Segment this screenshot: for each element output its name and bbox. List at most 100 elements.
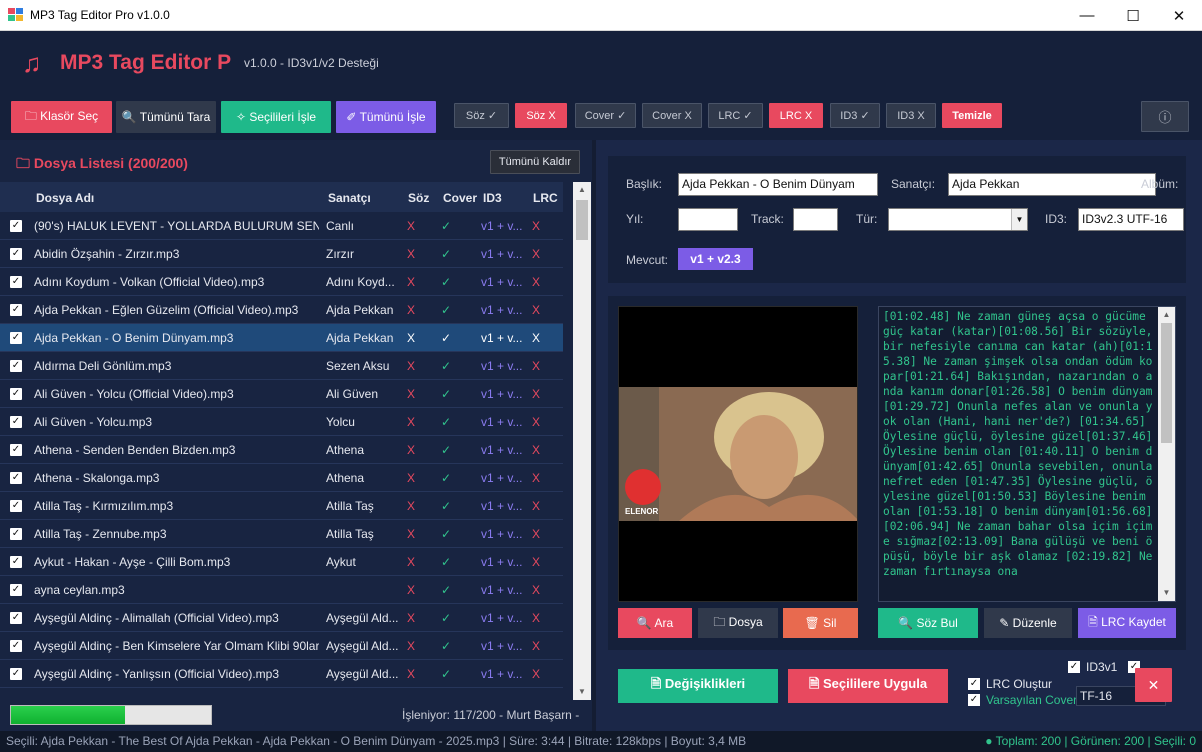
lrc-create-checkbox[interactable]: ✓ — [968, 678, 980, 690]
row-checkbox[interactable]: ✓ — [10, 612, 22, 624]
id3v1-checkbox[interactable]: ✓ — [1068, 661, 1080, 673]
scan-all-button[interactable]: 🔍 Tümünü Tara — [116, 101, 216, 133]
cover-file-button[interactable]: 🗀 Dosya — [698, 608, 778, 638]
apply-selected-button[interactable]: 🗎 Seçililere Uygula — [788, 669, 948, 703]
process-selected-button[interactable]: ✧ Seçilileri İşle — [221, 101, 331, 133]
cell-lrc: X — [532, 303, 541, 317]
selected-file-info: Seçili: Ajda Pekkan - The Best Of Ajda P… — [6, 734, 747, 748]
cell-id3: v1 + v... — [481, 387, 523, 401]
minimize-button[interactable]: — — [1064, 0, 1110, 31]
row-checkbox[interactable]: ✓ — [10, 444, 22, 456]
genre-select[interactable]: ▼ — [888, 208, 1028, 231]
close-window-button[interactable]: ✕ — [1156, 0, 1202, 31]
table-row[interactable]: ✓ (90's) HALUK LEVENT - YOLLARDA BULURUM … — [0, 212, 563, 240]
table-row[interactable]: ✓ Ayşegül Aldinç - Alimallah (Official Vi… — [0, 604, 563, 632]
table-header: Dosya Adı Sanatçı Söz Cover ID3 LRC — [0, 182, 563, 212]
table-row[interactable]: ✓ Atilla Taş - Kırmızılım.mp3 Atilla Taş X ✓… — [0, 492, 563, 520]
table-row[interactable]: ✓ Atilla Taş - Zennube.mp3 Atilla Taş X ✓ v1 … — [0, 520, 563, 548]
table-row[interactable]: ✓ Athena - Senden Benden Bizden.mp3 Athena… — [0, 436, 563, 464]
table-row[interactable]: ✓ Ayşegül Aldinç - Ben Kimselere Yar Olma… — [0, 632, 563, 660]
filter-id3-yes[interactable]: ID3 ✓ — [830, 103, 880, 128]
table-row[interactable]: ✓ Ayşegül Aldinç - Yanlışsın (Official Vi… — [0, 660, 563, 688]
lyrics-scrollbar[interactable]: ▲ ▼ — [1158, 307, 1175, 601]
close-panel-button[interactable]: ✕ — [1135, 668, 1172, 702]
table-row[interactable]: ✓ Ajda Pekkan - O Benim Dünyam.mp3 Ajda Pe… — [0, 324, 563, 352]
row-checkbox[interactable]: ✓ — [10, 640, 22, 652]
find-lyrics-button[interactable]: 🔍 Söz Bul — [878, 608, 978, 638]
filter-lrc-no[interactable]: LRC X — [769, 103, 823, 128]
track-input[interactable] — [793, 208, 838, 231]
edit-lyrics-button[interactable]: ✎ Düzenle — [984, 608, 1072, 638]
maximize-button[interactable]: ☐ — [1110, 0, 1156, 31]
clear-filters-button[interactable]: Temizle — [942, 103, 1002, 128]
delete-cover-button[interactable]: 🗑 Sil — [783, 608, 858, 638]
filter-cover-no[interactable]: Cover X — [642, 103, 702, 128]
year-input[interactable] — [678, 208, 738, 231]
table-row[interactable]: ✓ Aykut - Hakan - Ayşe - Çilli Bom.mp3 Ayk… — [0, 548, 563, 576]
row-checkbox[interactable]: ✓ — [10, 668, 22, 680]
filter-lyrics-yes[interactable]: Söz ✓ — [454, 103, 509, 128]
artist-input[interactable]: Ajda Pekkan — [948, 173, 1156, 196]
scroll-down-icon[interactable]: ▼ — [573, 684, 591, 700]
row-checkbox[interactable]: ✓ — [10, 584, 22, 596]
info-button[interactable]: ⓘ — [1141, 101, 1189, 132]
save-changes-button[interactable]: 🗎 Değişiklikleri — [618, 669, 778, 703]
lyrics-scroll-down-icon[interactable]: ▼ — [1158, 585, 1175, 601]
row-checkbox[interactable]: ✓ — [10, 388, 22, 400]
col-artist[interactable]: Sanatçı — [328, 182, 371, 214]
table-row[interactable]: ✓ Aldırma Deli Gönlüm.mp3 Sezen Aksu X ✓ v1 +… — [0, 352, 563, 380]
col-filename[interactable]: Dosya Adı — [36, 182, 94, 214]
table-row[interactable]: ✓ Abidin Özşahin - Zırzır.mp3 Zırzır X ✓ v1 +… — [0, 240, 563, 268]
process-all-button[interactable]: ✐ Tümünü İşle — [336, 101, 436, 133]
table-row[interactable]: ✓ Ajda Pekkan - Eğlen Güzelim (Official V… — [0, 296, 563, 324]
lyrics-scroll-up-icon[interactable]: ▲ — [1158, 307, 1175, 323]
filter-lyrics-no[interactable]: Söz X — [515, 103, 567, 128]
row-checkbox[interactable]: ✓ — [10, 304, 22, 316]
cover-image[interactable]: ELENOR — [618, 306, 858, 602]
row-checkbox[interactable]: ✓ — [10, 416, 22, 428]
cell-artist: Aykut — [326, 555, 356, 569]
col-cover[interactable]: Cover — [443, 182, 477, 214]
select-folder-button[interactable]: 🗀 Klasör Seç — [11, 101, 112, 133]
col-lyrics[interactable]: Söz — [408, 182, 429, 214]
filter-id3-no[interactable]: ID3 X — [886, 103, 936, 128]
title-input[interactable]: Ajda Pekkan - O Benim Dünyam — [678, 173, 878, 196]
row-checkbox[interactable]: ✓ — [10, 220, 22, 232]
row-checkbox[interactable]: ✓ — [10, 332, 22, 344]
search-cover-button[interactable]: 🔍 Ara — [618, 608, 692, 638]
default-cover-checkbox[interactable]: ✓ — [968, 694, 980, 706]
lyrics-scroll-thumb[interactable] — [1161, 323, 1172, 443]
row-checkbox[interactable]: ✓ — [10, 528, 22, 540]
list-scrollbar[interactable]: ▲ ▼ — [573, 182, 591, 700]
row-checkbox[interactable]: ✓ — [10, 248, 22, 260]
cell-filename: Ali Güven - Yolcu (Official Video).mp3 — [34, 387, 234, 401]
table-row[interactable]: ✓ Adını Koydum - Volkan (Official Video).… — [0, 268, 563, 296]
cell-lrc: X — [532, 247, 541, 261]
row-checkbox[interactable]: ✓ — [10, 360, 22, 372]
table-row[interactable]: ✓ ayna ceylan.mp3 X ✓ v1 + v... X — [0, 576, 563, 604]
table-row[interactable]: ✓ Ali Güven - Yolcu (Official Video).mp3 A… — [0, 380, 563, 408]
uncheck-all-button[interactable]: Tümünü Kaldır — [490, 150, 580, 174]
table-row[interactable]: ✓ Ali Güven - Yolcu.mp3 Yolcu X ✓ v1 + v... X — [0, 408, 563, 436]
cell-lyrics: X — [407, 247, 416, 261]
scroll-thumb[interactable] — [576, 200, 588, 240]
save-lrc-button[interactable]: 🗎 LRC Kaydet — [1078, 608, 1176, 638]
row-checkbox[interactable]: ✓ — [10, 500, 22, 512]
id3-version-select[interactable]: ID3v2.3 UTF-16 — [1078, 208, 1184, 231]
chevron-down-icon[interactable]: ▼ — [1011, 209, 1027, 230]
cell-id3: v1 + v... — [481, 471, 523, 485]
col-lrc[interactable]: LRC — [533, 182, 558, 214]
row-checkbox[interactable]: ✓ — [10, 276, 22, 288]
row-checkbox[interactable]: ✓ — [10, 556, 22, 568]
filter-cover-yes[interactable]: Cover ✓ — [575, 103, 636, 128]
cell-cover: ✓ — [441, 275, 452, 289]
col-id3[interactable]: ID3 — [483, 182, 502, 214]
table-row[interactable]: ✓ Athena - Skalonga.mp3 Athena X ✓ v1 + v... X — [0, 464, 563, 492]
cell-id3: v1 + v... — [481, 611, 523, 625]
cell-lyrics: X — [407, 331, 416, 345]
lyrics-textarea[interactable]: [01:02.48] Ne zaman güneş açsa o gücüme … — [878, 306, 1176, 602]
row-checkbox[interactable]: ✓ — [10, 472, 22, 484]
lyrics-text[interactable]: [01:02.48] Ne zaman güneş açsa o gücüme … — [883, 309, 1159, 601]
scroll-up-icon[interactable]: ▲ — [573, 182, 591, 198]
filter-lrc-yes[interactable]: LRC ✓ — [708, 103, 763, 128]
